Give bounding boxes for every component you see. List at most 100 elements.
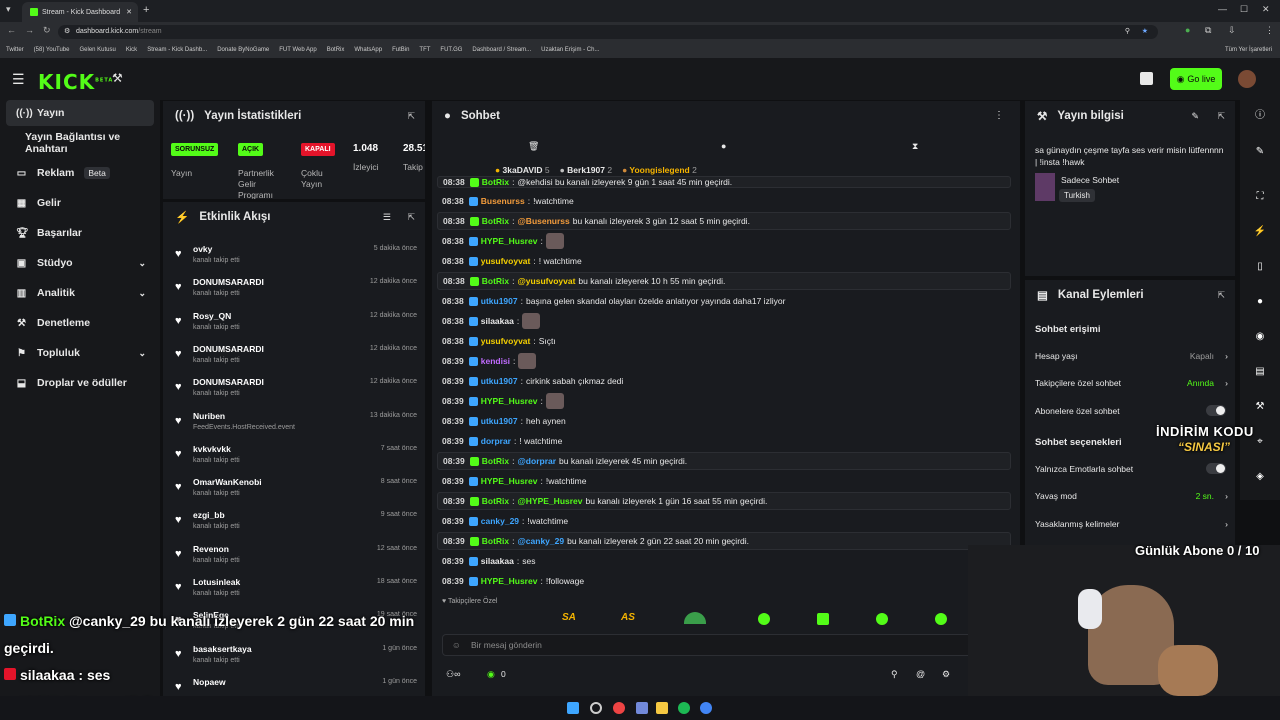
message-user[interactable]: utku1907 [481, 416, 518, 426]
sidebar-item-droplar[interactable]: ⬓ Droplar ve ödüller [6, 370, 154, 396]
chat-message[interactable]: 08:39 silaakaa: ses [437, 552, 1011, 570]
message-user[interactable]: HYPE_Husrev [481, 396, 538, 406]
bookmark-item[interactable]: Uzaktan Erişim - Ch... [541, 47, 599, 53]
message-mention[interactable]: @Busenurss [518, 216, 570, 226]
bookmark-item[interactable]: Donate ByNoGame [217, 47, 269, 53]
activity-item[interactable]: ♥ kvkvkvkk kanalı takip etti 7 saat önce [163, 440, 425, 473]
banned-words-row[interactable]: Yasaklanmış kelimeler › [1035, 519, 1228, 529]
site-info-icon[interactable]: ⚙ [64, 25, 70, 39]
avatar[interactable] [1238, 70, 1256, 88]
slow-mode-row[interactable]: Yavaş mod 2 sn. › [1035, 491, 1228, 501]
bookmark-item[interactable]: Dashboard / Stream... [472, 47, 531, 53]
tag-icon[interactable]: ◈ [1252, 469, 1268, 485]
message-user[interactable]: utku1907 [481, 376, 518, 386]
chat-message[interactable]: 08:39 utku1907: heh aynen [437, 412, 1011, 430]
bookmark-item[interactable]: Gelen Kutusu [79, 47, 115, 53]
extensions-puzzle-icon[interactable]: ⧉ [1205, 25, 1211, 36]
sidebar-item-studyo[interactable]: ▣ Stüdyo ⌄ [6, 250, 154, 276]
activity-item[interactable]: ♥ basaksertkaya kanalı takip etti 1 gün önc… [163, 640, 425, 673]
message-user[interactable]: yusufvoyvat [481, 256, 531, 266]
sidebar-item-stream-key[interactable]: Yayın Bağlantısı ve Anahtarı [6, 130, 154, 156]
creator-icon[interactable] [1140, 72, 1153, 85]
sidebar-item-reklam[interactable]: ▭ Reklam Beta [6, 160, 154, 186]
lightning-icon[interactable]: ⚡ [1252, 224, 1268, 240]
emote-kick-1[interactable] [758, 613, 770, 625]
activity-item[interactable]: ♥ ovky kanalı takip etti 5 dakika önce [163, 240, 425, 273]
leader-item[interactable]: ● Berk1907 2 [560, 165, 612, 175]
leader-item[interactable]: ● Yoongislegend 2 [622, 165, 697, 175]
close-window-icon[interactable]: ✕ [1262, 4, 1270, 15]
search-icon[interactable] [590, 702, 602, 714]
folder-icon[interactable] [656, 702, 668, 714]
wrench-icon[interactable]: ⚒ [1252, 399, 1268, 415]
emote-kick-2[interactable] [817, 613, 829, 625]
bookmark-item[interactable]: FUT.GG [440, 47, 462, 53]
message-user[interactable]: dorprar [481, 436, 511, 446]
message-user[interactable]: HYPE_Husrev [481, 236, 538, 246]
message-user[interactable]: silaakaa [481, 556, 514, 566]
bookmark-item[interactable]: FutBin [392, 47, 409, 53]
sidebar-item-denetleme[interactable]: ⚒ Denetleme [6, 310, 154, 336]
maximize-icon[interactable]: ☐ [1240, 4, 1248, 15]
popout-icon[interactable]: ⇱ [407, 111, 415, 122]
message-user[interactable]: HYPE_Husrev [481, 576, 538, 586]
all-bookmarks[interactable]: Tüm Yer İşaretleri [1225, 47, 1272, 53]
emote-kick-3[interactable] [876, 613, 888, 625]
activity-item[interactable]: ♥ Nuriben FeedEvents.HostReceived.event 13 … [163, 407, 425, 440]
message-user[interactable]: BotRix [482, 177, 509, 187]
info-icon[interactable]: ⓘ [1252, 108, 1268, 124]
chat-message[interactable]: 08:38 utku1907: başına gelen skandal olayl… [437, 292, 1011, 310]
popout-icon[interactable]: ⇱ [1217, 290, 1225, 301]
chat-message[interactable]: 08:38 BotRix: @yusufvoyvat bu kanalı izleye… [437, 272, 1011, 290]
bookmark-item[interactable]: Stream - Kick Dashb... [147, 47, 207, 53]
emote-kick-4[interactable] [935, 613, 947, 625]
sidebar-item-basarilar[interactable]: 🏆︎ Başarılar [6, 220, 154, 246]
chat-message[interactable]: 08:38 BotRix: @Busenurss bu kanalı izleyere… [437, 212, 1011, 230]
app-icon[interactable] [613, 702, 625, 714]
popout-icon[interactable]: ⇱ [1217, 111, 1225, 122]
windows-start-icon[interactable] [567, 702, 579, 714]
scene-icon[interactable]: ⌖ [1252, 434, 1268, 450]
chat-message[interactable]: 08:39 HYPE_Husrev: [437, 392, 1011, 410]
activity-item[interactable]: ♥ Lotusinleak kanalı takip etti 18 saat önc… [163, 573, 425, 606]
sidebar-item-analitik[interactable]: ▥ Analitik ⌄ [6, 280, 154, 306]
tools-icon[interactable]: ⚒ [112, 71, 123, 85]
close-tab-icon[interactable]: ✕ [126, 8, 132, 16]
chat-message[interactable]: 08:38 Busenurss: !watchtime [437, 192, 1011, 210]
chat-message[interactable]: 08:39 canky_29: !watchtime [437, 512, 1011, 530]
emote-sa[interactable]: SA [562, 612, 576, 623]
chat-message[interactable]: 08:38 BotRix: @kehdisi bu kanalı izleyerek… [437, 176, 1011, 188]
document-icon[interactable]: ▯ [1252, 259, 1268, 275]
downloads-icon[interactable]: ⇩ [1228, 25, 1236, 36]
activity-item[interactable]: ♥ DONUMSARARDI kanalı takip etti 12 dakika … [163, 340, 425, 373]
edit-icon[interactable]: ✎ [1252, 144, 1268, 160]
message-mention[interactable]: @HYPE_Husrev [518, 496, 583, 506]
zoom-icon[interactable]: ⚲ [1125, 25, 1130, 39]
message-user[interactable]: Busenurss [481, 196, 525, 206]
message-user[interactable]: kendisi [481, 356, 510, 366]
stream-category[interactable]: Sadece Sohbet [1061, 175, 1119, 185]
sidebar-item-gelir[interactable]: ▦ Gelir [6, 190, 154, 216]
activity-item[interactable]: ♥ DONUMSARARDI kanalı takip etti 12 dakika … [163, 273, 425, 306]
message-user[interactable]: HYPE_Husrev [481, 476, 538, 486]
emote-gauge[interactable] [684, 612, 706, 624]
go-live-button[interactable]: ◉ Go live [1170, 68, 1222, 90]
reload-icon[interactable]: ↻ [43, 25, 51, 36]
message-user[interactable]: yusufvoyvat [481, 336, 531, 346]
chat-message[interactable]: 08:39 HYPE_Husrev: !followage [437, 572, 1011, 590]
search-icon[interactable]: ⚲ [891, 669, 898, 680]
bookmark-item[interactable]: TFT [419, 47, 430, 53]
sidebar-item-topluluk[interactable]: ⚑ Topluluk ⌄ [6, 340, 154, 366]
activity-item[interactable]: ♥ Rosy_QN kanalı takip etti 12 dakika önce [163, 307, 425, 340]
more-options-icon[interactable]: ⋮ [994, 110, 1004, 121]
chat-input[interactable]: ☺ Bir mesaj gönderin [442, 634, 1016, 656]
bookmark-star-icon[interactable]: ★ [1142, 25, 1148, 39]
new-tab-button[interactable]: + [143, 4, 149, 16]
chat-message[interactable]: 08:39 utku1907: cirkink sabah çıkmaz dedi [437, 372, 1011, 390]
emote-picker-icon[interactable]: ☺ [452, 635, 461, 655]
message-mention[interactable]: @dorprar [518, 456, 557, 466]
followers-only-row[interactable]: Takipçilere özel sohbet Anında › [1035, 378, 1228, 388]
message-user[interactable]: utku1907 [481, 296, 518, 306]
channel-icon[interactable]: ▤ [1252, 364, 1268, 380]
bookmark-item[interactable]: BotRix [327, 47, 345, 53]
